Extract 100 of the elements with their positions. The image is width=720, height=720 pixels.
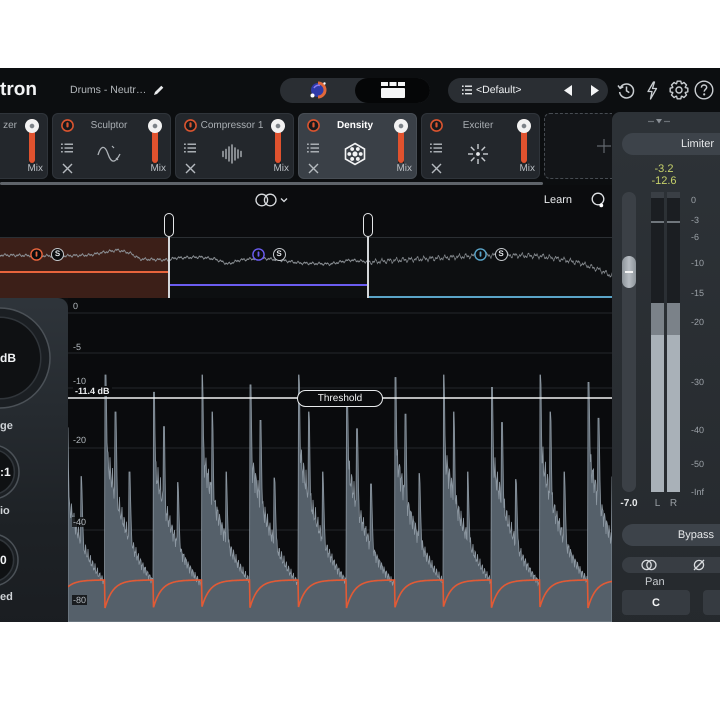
help-icon[interactable] — [694, 80, 714, 100]
pan-label: Pan — [645, 576, 666, 589]
knob[interactable]: 0 — [0, 533, 20, 587]
mix-label: Mix — [27, 163, 43, 174]
power-icon[interactable] — [30, 248, 43, 261]
swirl-icon — [308, 81, 326, 99]
list-icon[interactable] — [307, 142, 319, 152]
threshold-button[interactable]: Threshold — [297, 390, 383, 407]
scale-label: -30 — [691, 377, 704, 387]
app-logo: tron — [0, 79, 37, 101]
preset-selector[interactable]: <Default> — [448, 78, 608, 102]
gain-reading: -7.0 — [620, 498, 638, 508]
bypass-button[interactable]: Bypass — [622, 524, 720, 546]
scale-label: -6 — [691, 232, 700, 242]
gain-slider[interactable] — [622, 192, 636, 492]
level-reading: -3.2 — [654, 163, 674, 175]
close-icon[interactable] — [184, 163, 196, 174]
channel-label: R — [670, 498, 678, 508]
scale-label: -10 — [691, 258, 704, 268]
slider-thumb[interactable] — [517, 119, 531, 133]
scroll-bar[interactable] — [0, 182, 543, 185]
history-icon[interactable] — [617, 80, 636, 100]
ring-dot-icon[interactable] — [591, 192, 605, 208]
mix-label: Mix — [150, 163, 166, 174]
phase-invert-icon[interactable] — [692, 558, 706, 572]
scale-label: -80 — [72, 595, 88, 605]
module-card[interactable]: Sculptor Mix — [52, 113, 171, 179]
module-card[interactable]: zer Mix — [0, 113, 48, 179]
linked-circles-icon[interactable] — [255, 193, 277, 207]
slider-thumb[interactable] — [622, 256, 636, 288]
solo-button[interactable]: S — [494, 248, 508, 261]
mix-label: Mix — [273, 163, 289, 174]
bars-icon — [220, 142, 244, 164]
collapse-handle-icon[interactable] — [648, 118, 670, 126]
module-title: Compressor 1 — [200, 119, 264, 133]
chevron-down-icon[interactable] — [280, 197, 288, 203]
close-icon[interactable] — [430, 163, 442, 174]
power-icon[interactable] — [306, 119, 320, 132]
plus-icon[interactable] — [596, 139, 610, 153]
scale-label: -3 — [691, 215, 700, 225]
module-title: zer — [3, 119, 17, 133]
module-title: Sculptor — [90, 119, 128, 133]
close-icon[interactable] — [62, 163, 72, 174]
burst-icon — [466, 142, 490, 166]
learn-button[interactable]: Learn — [544, 193, 572, 207]
level-reading: -12.6 — [651, 175, 677, 187]
preset-name: <Default> — [476, 84, 522, 96]
power-icon[interactable] — [252, 248, 264, 261]
lightning-icon[interactable] — [646, 80, 658, 100]
frequency-band[interactable]: S — [0, 238, 168, 298]
slider-thumb[interactable] — [271, 119, 285, 133]
knob[interactable]: :1 — [0, 444, 20, 500]
pencil-icon[interactable] — [153, 84, 164, 96]
wave-icon — [97, 142, 121, 164]
power-icon[interactable] — [474, 248, 486, 261]
scale-label: 0 — [72, 301, 80, 311]
linked-circles-icon[interactable] — [641, 559, 657, 571]
module-card[interactable]: Compressor 1 Mix — [175, 113, 294, 179]
scale-label: -15 — [691, 288, 704, 298]
settings-icon[interactable] — [669, 80, 689, 100]
scale-label: -5 — [72, 342, 82, 352]
pan-button[interactable]: C — [622, 590, 690, 615]
scale-label: -40 — [72, 517, 88, 527]
scale-label: -50 — [691, 459, 704, 469]
power-icon[interactable] — [430, 119, 442, 132]
mix-label: Mix — [519, 163, 535, 174]
mix-label: Mix — [396, 163, 412, 174]
knob[interactable]: dB — [0, 307, 52, 409]
limiter-button[interactable]: Limiter — [622, 133, 720, 155]
blocks-icon — [380, 81, 406, 99]
scale-label: -20 — [691, 317, 704, 327]
scale-label: -Inf — [691, 487, 704, 497]
threshold-value: -11.4 dB — [73, 386, 112, 396]
scale-label: -20 — [72, 435, 88, 445]
power-icon[interactable] — [184, 119, 196, 132]
scale-label: -10 — [72, 376, 88, 386]
list-icon[interactable] — [462, 85, 472, 95]
module-card[interactable]: Density Mix — [298, 113, 417, 179]
solo-button[interactable]: S — [272, 248, 286, 261]
slider-thumb[interactable] — [394, 119, 408, 133]
hexagon-icon — [343, 142, 367, 166]
solo-button[interactable]: S — [51, 248, 64, 261]
scale-label: 0 — [691, 195, 696, 205]
module-title: Density — [336, 119, 374, 133]
list-icon[interactable] — [430, 142, 442, 152]
slider-thumb[interactable] — [148, 119, 162, 133]
track-name: Drums - Neutr… — [70, 84, 146, 96]
slider-thumb[interactable] — [25, 119, 39, 133]
view-tab[interactable] — [355, 78, 430, 102]
power-icon[interactable] — [60, 119, 74, 132]
caret-left-icon[interactable] — [564, 84, 572, 96]
close-icon[interactable] — [308, 163, 318, 174]
module-card[interactable]: Exciter Mix — [421, 113, 540, 179]
list-icon[interactable] — [184, 142, 196, 152]
list-icon[interactable] — [61, 142, 73, 152]
knob-label: ed — [0, 591, 14, 604]
knob-label: ge — [0, 420, 14, 433]
caret-right-icon[interactable] — [591, 84, 599, 96]
module-title: Exciter — [462, 119, 494, 133]
knob-label: io — [0, 505, 11, 518]
